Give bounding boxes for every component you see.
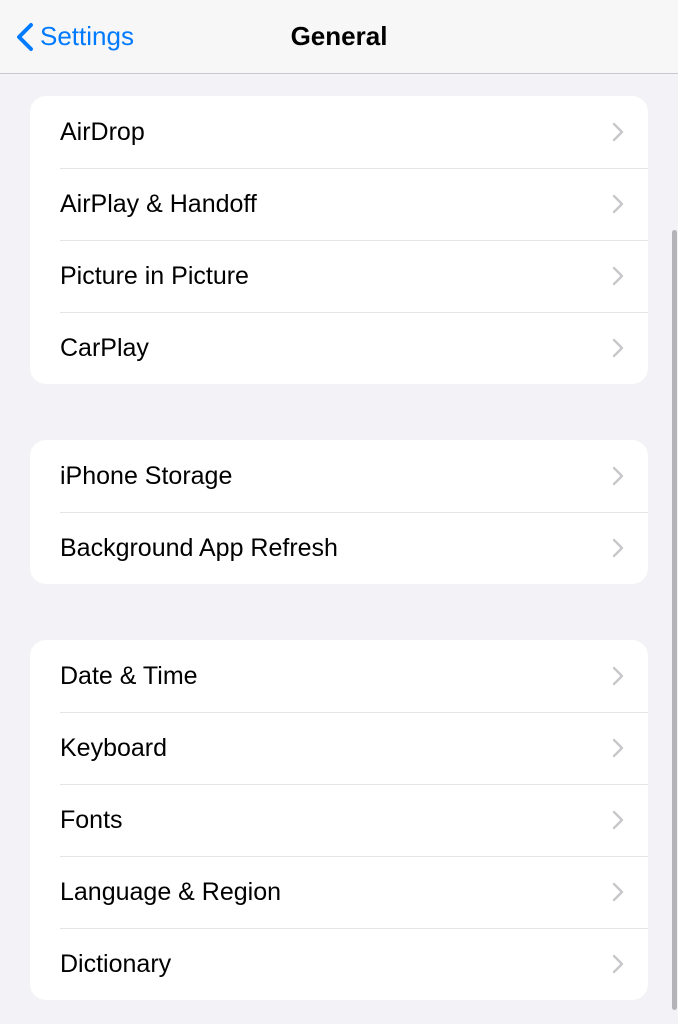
row-airdrop[interactable]: AirDrop xyxy=(30,96,648,168)
chevron-right-icon xyxy=(612,266,624,286)
back-button[interactable]: Settings xyxy=(16,21,134,52)
row-airplay-handoff[interactable]: AirPlay & Handoff xyxy=(30,168,648,240)
row-label: Picture in Picture xyxy=(60,262,249,291)
row-iphone-storage[interactable]: iPhone Storage xyxy=(30,440,648,512)
header: Settings General xyxy=(0,0,678,74)
row-dictionary[interactable]: Dictionary xyxy=(30,928,648,1000)
chevron-right-icon xyxy=(612,954,624,974)
row-label: Fonts xyxy=(60,806,123,835)
content: AirDrop AirPlay & Handoff Picture in Pic… xyxy=(0,96,678,1000)
row-label: AirPlay & Handoff xyxy=(60,190,257,219)
chevron-right-icon xyxy=(612,738,624,758)
scrollbar[interactable] xyxy=(672,230,677,1010)
row-label: Dictionary xyxy=(60,950,171,979)
row-label: Date & Time xyxy=(60,662,198,691)
chevron-right-icon xyxy=(612,538,624,558)
row-background-app-refresh[interactable]: Background App Refresh xyxy=(30,512,648,584)
row-label: Keyboard xyxy=(60,734,167,763)
row-label: Language & Region xyxy=(60,878,281,907)
row-label: CarPlay xyxy=(60,334,149,363)
row-label: Background App Refresh xyxy=(60,534,338,563)
settings-group-3: Date & Time Keyboard Fonts Language & Re… xyxy=(30,640,648,1000)
chevron-right-icon xyxy=(612,882,624,902)
settings-group-2: iPhone Storage Background App Refresh xyxy=(30,440,648,584)
chevron-right-icon xyxy=(612,338,624,358)
row-carplay[interactable]: CarPlay xyxy=(30,312,648,384)
chevron-right-icon xyxy=(612,122,624,142)
chevron-right-icon xyxy=(612,194,624,214)
row-date-time[interactable]: Date & Time xyxy=(30,640,648,712)
chevron-right-icon xyxy=(612,810,624,830)
row-keyboard[interactable]: Keyboard xyxy=(30,712,648,784)
row-language-region[interactable]: Language & Region xyxy=(30,856,648,928)
chevron-left-icon xyxy=(16,22,34,52)
page-title: General xyxy=(291,21,388,52)
row-label: AirDrop xyxy=(60,118,145,147)
chevron-right-icon xyxy=(612,466,624,486)
chevron-right-icon xyxy=(612,666,624,686)
settings-group-1: AirDrop AirPlay & Handoff Picture in Pic… xyxy=(30,96,648,384)
row-fonts[interactable]: Fonts xyxy=(30,784,648,856)
row-label: iPhone Storage xyxy=(60,462,232,491)
row-picture-in-picture[interactable]: Picture in Picture xyxy=(30,240,648,312)
back-label: Settings xyxy=(40,21,134,52)
